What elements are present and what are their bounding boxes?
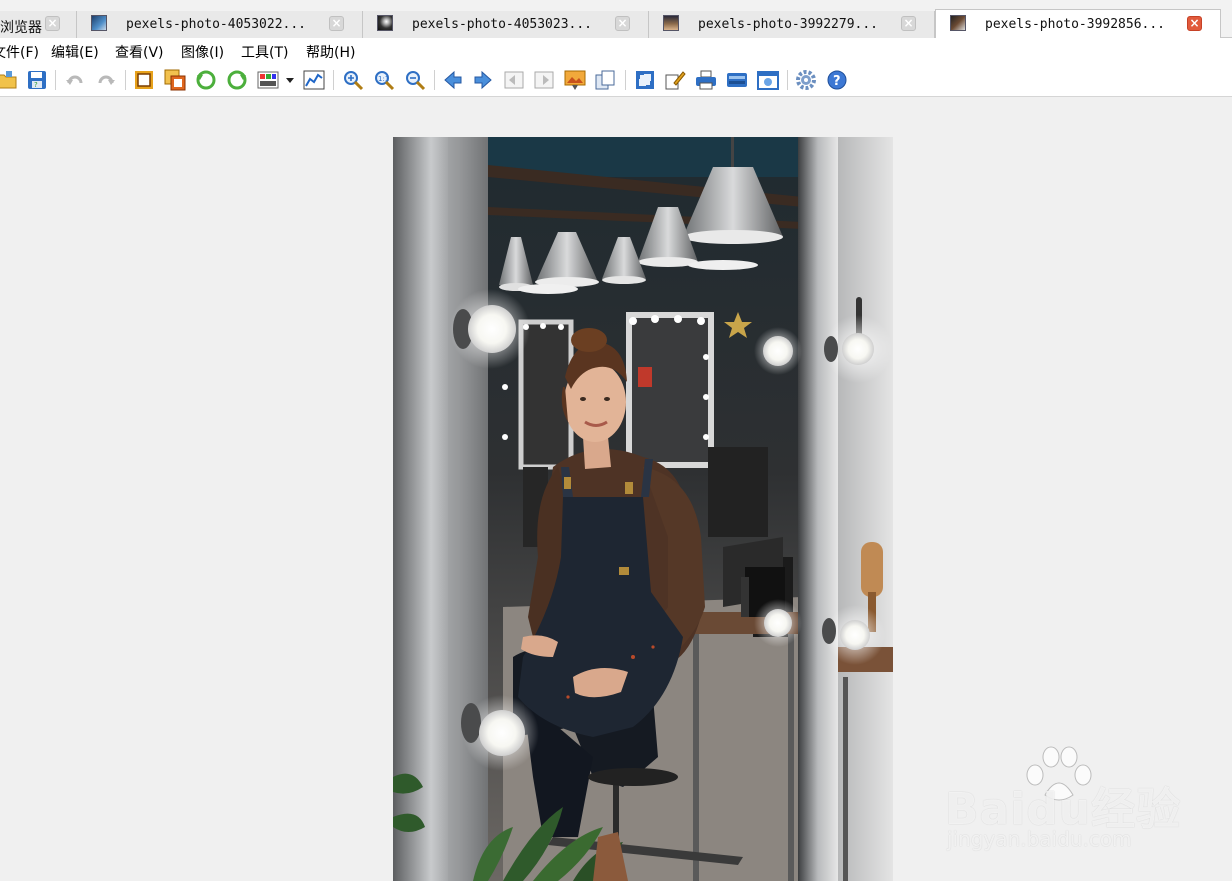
svg-text:1:1: 1:1 — [378, 75, 389, 83]
slideshow-icon[interactable] — [564, 69, 586, 91]
help-icon[interactable]: ? — [826, 69, 848, 91]
toolbar-separator — [55, 70, 56, 90]
toolbar-separator — [787, 70, 788, 90]
toolbar-separator — [125, 70, 126, 90]
settings-icon[interactable] — [795, 69, 817, 91]
tab-title: pexels-photo-3992856... — [985, 17, 1166, 32]
menu-edit[interactable]: 编辑(E) — [51, 42, 99, 62]
redo-icon[interactable] — [95, 69, 117, 91]
tab-title: pexels-photo-3992279... — [698, 17, 879, 32]
tab-photo-3992856[interactable]: pexels-photo-3992856... × — [935, 9, 1221, 39]
last-image-icon[interactable] — [533, 69, 555, 91]
toolbar-separator — [625, 70, 626, 90]
rotate-right-icon[interactable] — [226, 69, 248, 91]
resize-icon[interactable] — [164, 69, 186, 91]
svg-text:?: ? — [34, 81, 38, 89]
menu-tools[interactable]: 工具(T) — [241, 42, 288, 62]
print-icon[interactable] — [695, 69, 717, 91]
fit-window-icon[interactable] — [634, 69, 656, 91]
tab-title: 浏览器 — [0, 20, 42, 36]
close-icon[interactable]: × — [1187, 16, 1202, 31]
menu-view[interactable]: 查看(V) — [115, 42, 164, 62]
rotate-left-icon[interactable] — [195, 69, 217, 91]
tab-title: pexels-photo-4053022... — [126, 17, 307, 32]
tab-browser[interactable]: 浏览器 × — [0, 11, 77, 38]
histogram-icon[interactable] — [303, 69, 325, 91]
tab-photo-4053022[interactable]: pexels-photo-4053022... × — [77, 11, 363, 38]
open-folder-icon[interactable] — [0, 69, 18, 91]
tab-bar: 浏览器 × pexels-photo-4053022... × pexels-p… — [0, 0, 1232, 39]
tab-photo-4053023[interactable]: pexels-photo-4053023... × — [363, 11, 649, 38]
photo-thumbnail-icon — [663, 15, 679, 31]
toolbar: ? 1:1 ? — [0, 64, 1232, 97]
scan-icon[interactable] — [726, 69, 748, 91]
photo-thumbnail-icon — [950, 15, 966, 31]
first-image-icon[interactable] — [503, 69, 525, 91]
undo-icon[interactable] — [64, 69, 86, 91]
close-icon[interactable]: × — [901, 16, 916, 31]
menu-file[interactable]: 文件(F) — [0, 42, 39, 62]
close-icon[interactable]: × — [45, 16, 60, 31]
tab-photo-3992279[interactable]: pexels-photo-3992279... × — [649, 11, 935, 38]
toolbar-separator — [333, 70, 334, 90]
tab-title: pexels-photo-4053023... — [412, 17, 593, 32]
previous-icon[interactable] — [442, 69, 464, 91]
menu-help[interactable]: 帮助(H) — [306, 42, 355, 62]
save-icon[interactable]: ? — [26, 69, 48, 91]
toolbar-separator — [434, 70, 435, 90]
zoom-in-icon[interactable] — [342, 69, 364, 91]
dropdown-arrow-icon[interactable] — [284, 69, 296, 91]
crop-icon[interactable] — [133, 69, 155, 91]
photo-woman-in-salon-mirror — [393, 137, 893, 881]
zoom-actual-icon[interactable]: 1:1 — [373, 69, 395, 91]
copy-icon[interactable] — [594, 69, 616, 91]
menu-bar: 文件(F) 编辑(E) 查看(V) 图像(I) 工具(T) 帮助(H) — [0, 38, 1232, 64]
close-icon[interactable]: × — [615, 16, 630, 31]
svg-text:?: ? — [833, 74, 841, 89]
baidu-jingyan-watermark: Baidu经验 jingyan.baidu.com — [945, 745, 1180, 860]
watermark-url: jingyan.baidu.com — [947, 827, 1132, 851]
next-icon[interactable] — [472, 69, 494, 91]
menu-image[interactable]: 图像(I) — [181, 42, 224, 62]
color-adjust-icon[interactable] — [257, 69, 279, 91]
batch-edit-icon[interactable] — [664, 69, 686, 91]
zoom-out-icon[interactable] — [404, 69, 426, 91]
capture-icon[interactable] — [757, 69, 779, 91]
photo-thumbnail-icon — [91, 15, 107, 31]
photo-thumbnail-icon — [377, 15, 393, 31]
close-icon[interactable]: × — [329, 16, 344, 31]
image-canvas[interactable]: Baidu经验 jingyan.baidu.com — [0, 97, 1232, 881]
